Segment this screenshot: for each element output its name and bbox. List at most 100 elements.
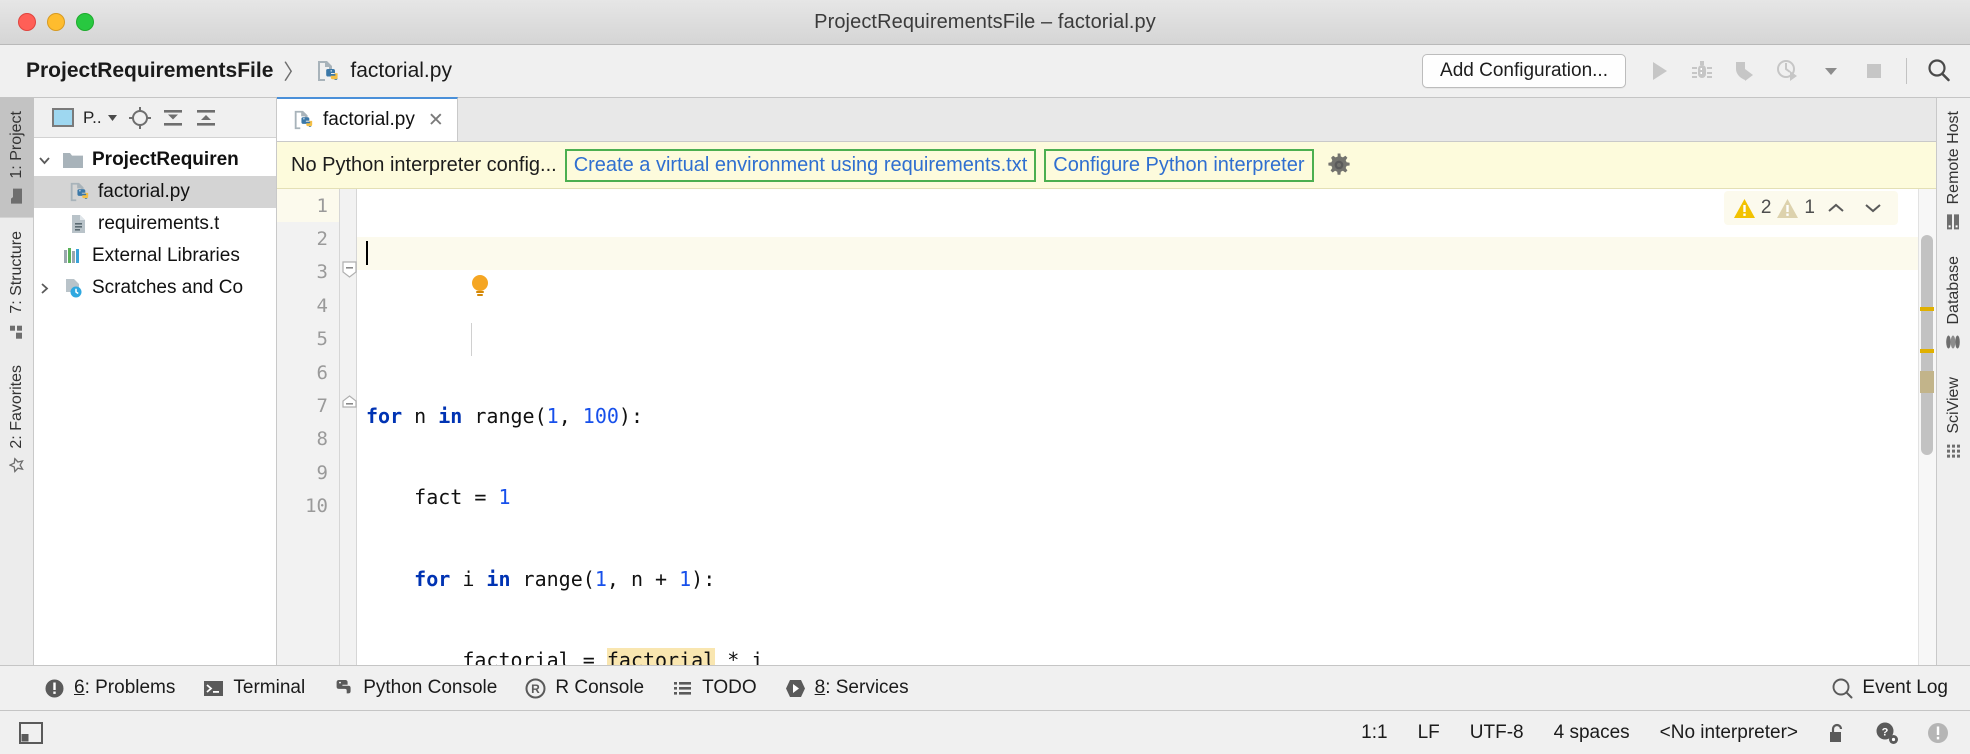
tool-window-services-label: : Services	[825, 677, 908, 698]
tree-row-scratches[interactable]: Scratches and Co	[34, 272, 276, 304]
sidebar-item-remote-host[interactable]: Remote Host	[1945, 98, 1963, 243]
scratches-icon	[61, 277, 85, 299]
tree-row-project-root[interactable]: ProjectRequiren	[34, 144, 276, 176]
tool-window-layout-icon[interactable]	[18, 720, 44, 746]
tree-row-factorial-py[interactable]: factorial.py	[34, 176, 276, 208]
fold-end-icon[interactable]	[342, 395, 356, 409]
chevron-down-icon[interactable]	[34, 153, 54, 168]
event-log-button[interactable]: Event Log	[1831, 677, 1948, 699]
code-line-5[interactable]: for i in range(1, n + 1):	[366, 563, 1936, 596]
editor-tab-factorial-py[interactable]: factorial.py ✕	[277, 97, 458, 141]
inspection-widget[interactable]: 2 1	[1724, 191, 1898, 225]
sidebar-item-project[interactable]: 1: Project	[0, 98, 34, 218]
editor-tab-strip: factorial.py ✕	[277, 98, 1936, 142]
sidebar-item-remote-host-label: Remote Host	[1945, 111, 1963, 204]
file-encoding[interactable]: UTF-8	[1470, 722, 1524, 744]
sidebar-item-structure-label: 7: Structure	[8, 231, 26, 314]
chevron-down-icon[interactable]	[1857, 200, 1889, 216]
code-folding-gutter[interactable]	[340, 189, 357, 665]
collapse-all-icon[interactable]	[193, 105, 219, 131]
editor-marker-scrollbar[interactable]	[1918, 189, 1936, 665]
code-line-4[interactable]: fact = 1	[366, 481, 1936, 514]
interpreter-notification-bar: No Python interpreter config... Create a…	[277, 142, 1936, 189]
python-file-icon	[67, 181, 91, 203]
profile-icon[interactable]	[1769, 52, 1807, 90]
warning-marker[interactable]	[1920, 307, 1934, 311]
notifications-icon[interactable]	[1926, 721, 1950, 745]
project-view-selector[interactable]: P..	[83, 108, 120, 128]
left-tool-stripe: 1: Project 7: Structure 2: Favorites	[0, 98, 34, 665]
sidebar-item-database-label: Database	[1945, 256, 1963, 325]
pycharm-window: ProjectRequirementsFile – factorial.py P…	[0, 0, 1970, 754]
chevron-right-icon[interactable]	[34, 281, 54, 296]
add-configuration-button[interactable]: Add Configuration...	[1422, 54, 1626, 88]
sidebar-item-favorites-label: 2: Favorites	[8, 365, 26, 449]
tree-row-external-libraries[interactable]: External Libraries	[34, 240, 276, 272]
create-virtualenv-link[interactable]: Create a virtual environment using requi…	[565, 149, 1037, 182]
gear-icon[interactable]	[1326, 152, 1352, 178]
tool-window-todo-label: TODO	[702, 677, 757, 699]
tool-window-problems[interactable]: 6: Problems	[44, 677, 175, 699]
tool-window-services[interactable]: 8: Services	[785, 677, 909, 699]
tool-window-problems-num: 6	[74, 677, 85, 698]
tool-window-r-console[interactable]: R R Console	[525, 677, 644, 699]
tool-window-terminal[interactable]: Terminal	[203, 677, 305, 699]
structure-icon	[8, 322, 25, 339]
lock-icon[interactable]	[1824, 721, 1848, 745]
line-number: 8	[277, 423, 339, 456]
chevron-up-icon[interactable]	[1820, 200, 1852, 216]
project-view-selector-label: P..	[83, 108, 102, 128]
stop-icon[interactable]	[1855, 52, 1893, 90]
python-icon	[333, 678, 354, 699]
sidebar-item-database[interactable]: Database	[1945, 243, 1963, 364]
sidebar-item-sciview[interactable]: SciView	[1945, 364, 1963, 473]
services-icon	[785, 678, 806, 699]
line-number: 1	[277, 189, 339, 222]
breadcrumb-file[interactable]: factorial.py	[350, 59, 452, 83]
editor-scrollbar-thumb[interactable]	[1921, 235, 1933, 455]
locate-icon[interactable]	[127, 105, 153, 131]
interpreter-selector[interactable]: <No interpreter>	[1660, 722, 1798, 744]
tree-label: External Libraries	[92, 245, 240, 267]
event-log-label: Event Log	[1862, 677, 1948, 699]
tool-window-problems-label: : Problems	[85, 677, 176, 698]
tree-row-requirements-txt[interactable]: requirements.t	[34, 208, 276, 240]
breadcrumb-separator: 〉	[283, 56, 304, 86]
debug-icon[interactable]	[1683, 52, 1721, 90]
code-editor[interactable]: 1 2 3 4 5 6 7 8 9 10	[277, 189, 1936, 665]
notification-message: No Python interpreter config...	[291, 154, 557, 177]
sidebar-item-favorites[interactable]: 2: Favorites	[8, 352, 26, 486]
caret-position[interactable]: 1:1	[1361, 722, 1387, 744]
line-number: 6	[277, 356, 339, 389]
chevron-down-icon[interactable]	[1812, 52, 1850, 90]
line-number: 10	[277, 490, 339, 523]
project-view-icon[interactable]	[50, 105, 76, 131]
breadcrumb-project[interactable]: ProjectRequirementsFile	[26, 59, 273, 83]
code-line-6[interactable]: factorial = factorial * i	[366, 644, 1936, 665]
inspection-profile-icon[interactable]: ?	[1874, 720, 1900, 746]
database-icon	[1945, 334, 1962, 351]
expand-all-icon[interactable]	[160, 105, 186, 131]
weak-warning-marker[interactable]	[1920, 371, 1934, 393]
code-line-3[interactable]: for n in range(1, 100):	[366, 400, 1936, 433]
warning-marker[interactable]	[1920, 349, 1934, 353]
tree-label: Scratches and Co	[92, 277, 243, 299]
indent-setting[interactable]: 4 spaces	[1554, 722, 1630, 744]
fold-minus-icon[interactable]	[342, 261, 356, 275]
tool-window-python-console[interactable]: Python Console	[333, 677, 497, 699]
configure-interpreter-link[interactable]: Configure Python interpreter	[1044, 149, 1313, 182]
tool-window-todo[interactable]: TODO	[672, 677, 757, 699]
tool-window-r-console-label: R Console	[555, 677, 644, 699]
line-separator[interactable]: LF	[1418, 722, 1440, 744]
run-with-coverage-icon[interactable]	[1726, 52, 1764, 90]
lightbulb-icon[interactable]	[469, 225, 614, 347]
tool-window-bar: 6: Problems Terminal Python Console	[0, 665, 1970, 710]
sidebar-item-structure[interactable]: 7: Structure	[8, 218, 26, 353]
problems-icon	[44, 678, 65, 699]
code-text-area[interactable]: for n in range(1, 100): fact = 1 for i i…	[357, 189, 1936, 665]
tool-window-python-console-label: Python Console	[363, 677, 497, 699]
search-icon[interactable]	[1920, 52, 1958, 90]
run-icon[interactable]	[1640, 52, 1678, 90]
close-icon[interactable]: ✕	[428, 109, 444, 132]
project-tool-window: P..	[34, 98, 277, 665]
